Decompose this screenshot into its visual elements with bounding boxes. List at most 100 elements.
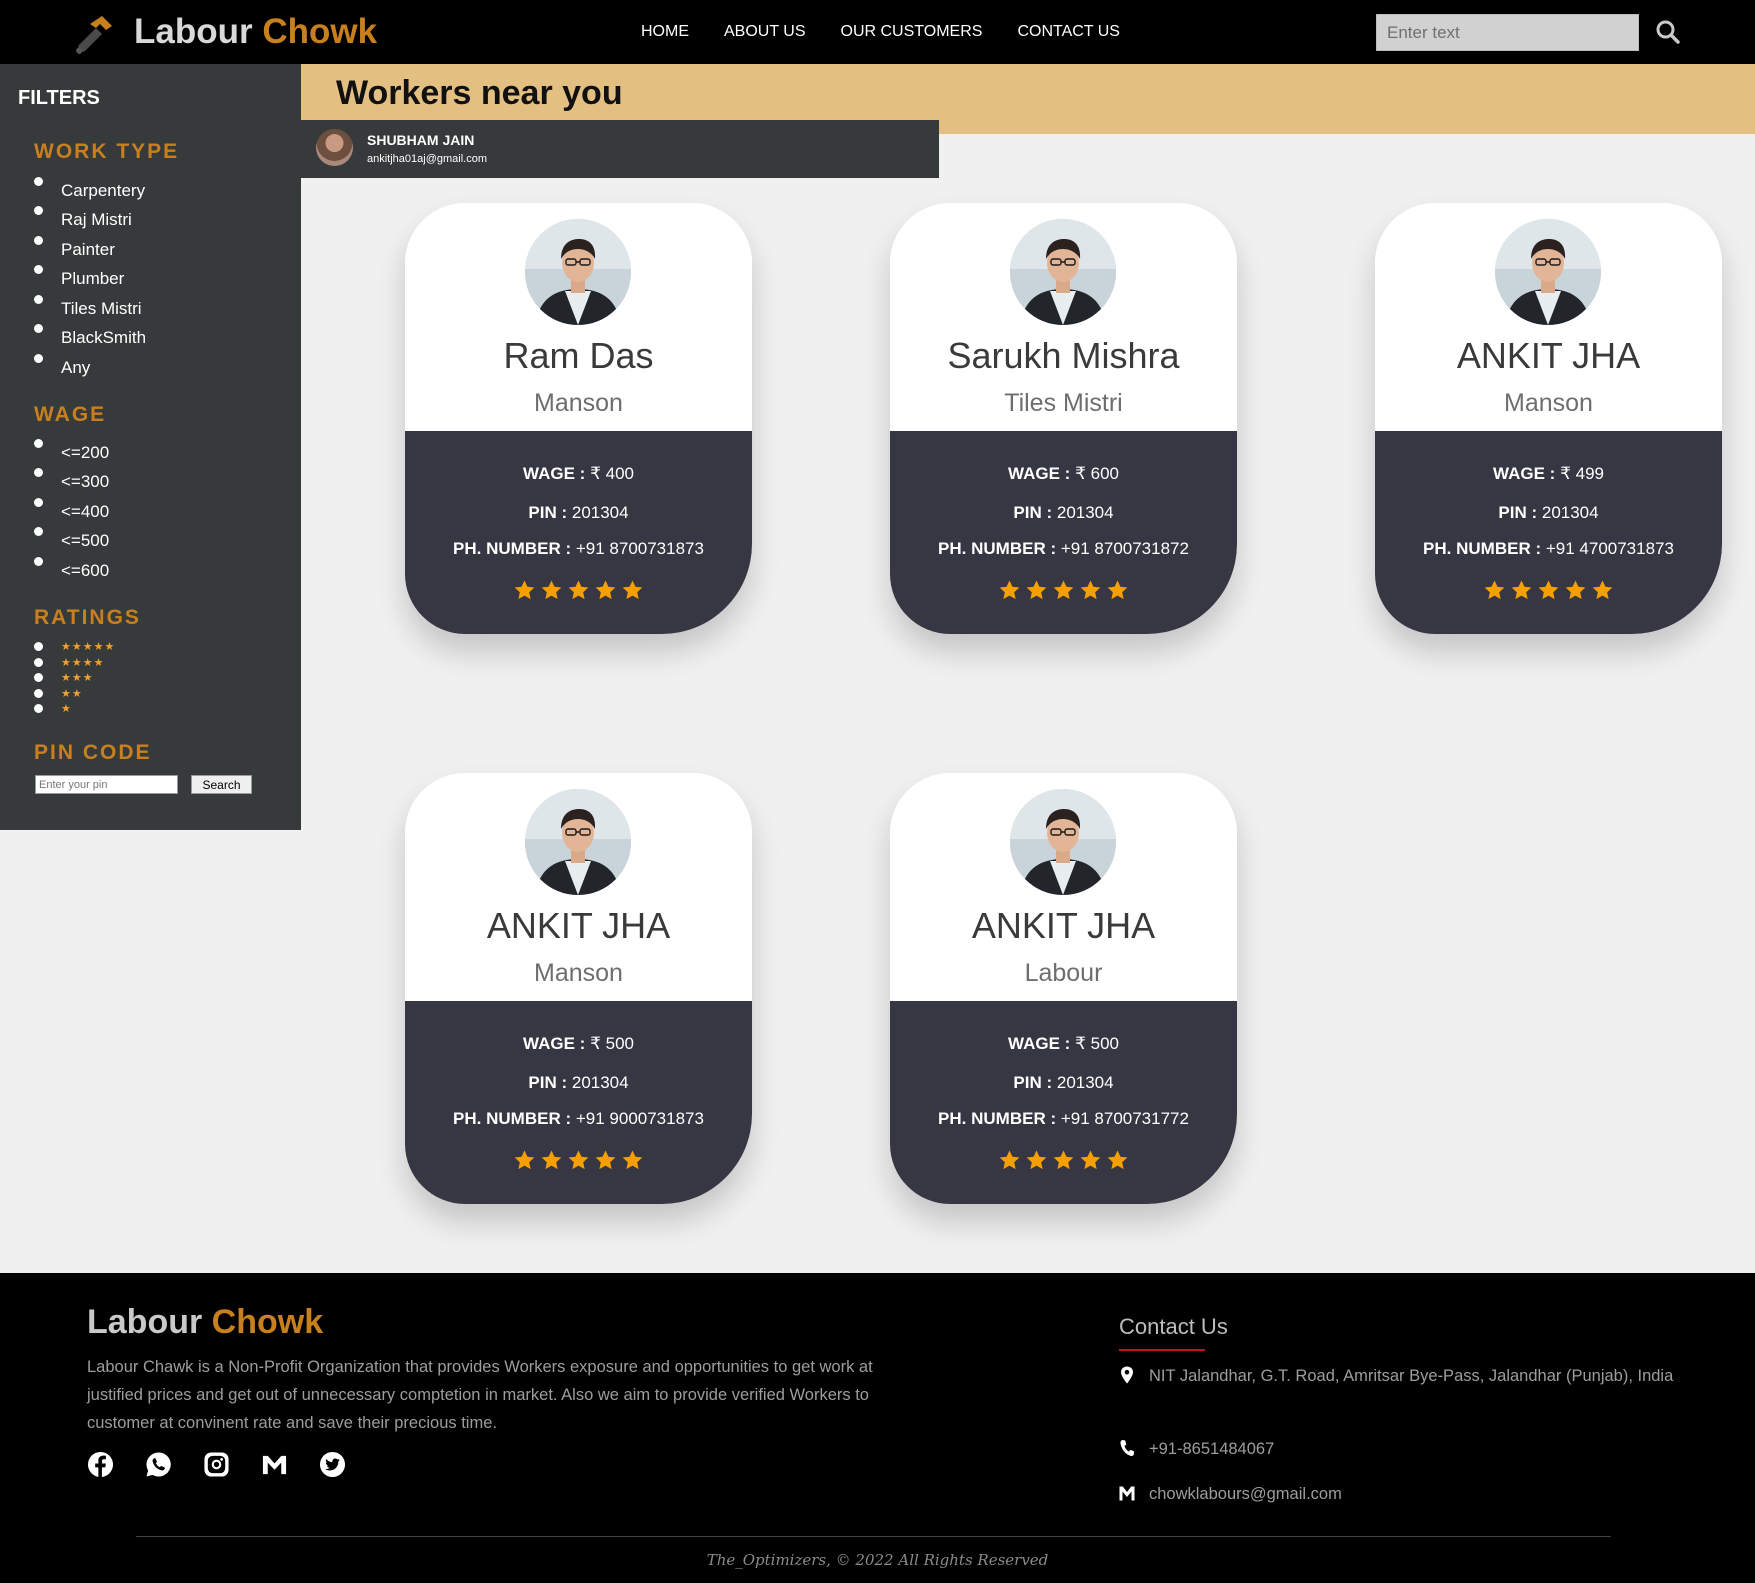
wage-line: WAGE : ₹ 400 xyxy=(405,464,752,484)
work-type-option[interactable]: Tiles Mistri xyxy=(34,295,142,318)
phone-value[interactable]: +91 4700731873 xyxy=(1546,539,1674,558)
radio-dot[interactable] xyxy=(34,673,43,682)
wage-option[interactable]: <=600 xyxy=(34,557,109,580)
pin-line: PIN : 201304 xyxy=(890,1073,1237,1093)
wage-option[interactable]: <=400 xyxy=(34,498,109,521)
star-icon xyxy=(1510,579,1533,602)
copyright: The_Optimizers, © 2022 All Rights Reserv… xyxy=(706,1551,1049,1569)
phone-value[interactable]: +91 8700731873 xyxy=(576,539,704,558)
work-type-option[interactable]: Carpentery xyxy=(34,177,145,200)
pin-search-button[interactable]: Search xyxy=(191,775,252,794)
card-header: Ram Das Manson xyxy=(405,203,752,431)
worker-card[interactable]: ANKIT JHA Manson WAGE : ₹ 499 PIN : 201304 P… xyxy=(1375,203,1722,634)
radio-dot[interactable] xyxy=(34,704,43,713)
email-text[interactable]: chowklabours@gmail.com xyxy=(1119,1481,1679,1508)
work-type-option[interactable]: Painter xyxy=(34,236,115,259)
worker-card[interactable]: Ram Das Manson WAGE : ₹ 400 PIN : 201304 PH.… xyxy=(405,203,752,634)
whatsapp-icon[interactable] xyxy=(145,1451,172,1478)
pin-label: PIN : xyxy=(1013,503,1053,522)
radio-dot[interactable] xyxy=(34,557,43,566)
wage-value: ₹ 400 xyxy=(590,464,634,483)
star-icon xyxy=(567,1149,590,1172)
wage-value: ₹ 500 xyxy=(1075,1034,1119,1053)
pin-line: PIN : 201304 xyxy=(405,1073,752,1093)
radio-dot[interactable] xyxy=(34,527,43,536)
phone-label: PH. NUMBER : xyxy=(938,539,1057,558)
radio-dot[interactable] xyxy=(34,206,43,215)
pin-value: 201304 xyxy=(1056,503,1114,522)
wage-label: WAGE : xyxy=(523,1034,586,1053)
radio-dot[interactable] xyxy=(34,265,43,274)
phone-icon xyxy=(1120,1440,1134,1457)
star-icon xyxy=(513,1149,536,1172)
work-type-option[interactable]: Any xyxy=(34,354,90,377)
work-type-option[interactable]: Plumber xyxy=(34,265,124,288)
star-icon xyxy=(1106,1149,1129,1172)
phone-value[interactable]: +91 9000731873 xyxy=(576,1109,704,1128)
card-details xyxy=(1375,431,1722,634)
worker-card[interactable]: Sarukh Mishra Tiles Mistri WAGE : ₹ 600 PIN… xyxy=(890,203,1237,634)
phone-line: PH. NUMBER : +91 8700731873 xyxy=(405,539,752,559)
footer-brand-accent: Chowk xyxy=(211,1303,324,1341)
option-label: <=500 xyxy=(61,531,110,550)
radio-dot[interactable] xyxy=(34,689,43,698)
option-label: Carpentery xyxy=(61,181,146,200)
instagram-icon[interactable] xyxy=(203,1451,230,1478)
pin-code-input[interactable] xyxy=(35,775,178,794)
search-icon[interactable] xyxy=(1655,19,1681,45)
phone-text[interactable]: +91-8651484067 xyxy=(1119,1436,1679,1463)
worker-name: ANKIT JHA xyxy=(486,905,671,946)
wage-option[interactable]: <=200 xyxy=(34,439,109,462)
work-type-option[interactable]: Raj Mistri xyxy=(34,206,132,229)
nav-our-customers[interactable]: OUR CUSTOMERS xyxy=(841,23,983,41)
radio-dot[interactable] xyxy=(34,642,43,651)
nav-about-us[interactable]: ABOUT US xyxy=(724,23,806,41)
wage-option[interactable]: <=300 xyxy=(34,468,109,491)
radio-dot[interactable] xyxy=(34,236,43,245)
worker-trade: Manson xyxy=(534,959,623,987)
radio-dot[interactable] xyxy=(34,658,43,667)
footer-brand-main: Labour xyxy=(87,1303,203,1341)
radio-dot[interactable] xyxy=(34,439,43,448)
radio-dot[interactable] xyxy=(34,468,43,477)
rating-stars-label: ★★★★★ xyxy=(61,641,116,653)
option-label: BlackSmith xyxy=(61,328,147,347)
radio-dot[interactable] xyxy=(34,354,43,363)
nav-contact-us[interactable]: CONTACT US xyxy=(1017,23,1120,41)
radio-dot[interactable] xyxy=(34,324,43,333)
radio-dot[interactable] xyxy=(34,177,43,186)
worker-card[interactable]: ANKIT JHA Manson WAGE : ₹ 500 PIN : 201304 P… xyxy=(405,773,752,1204)
worker-avatar xyxy=(525,789,631,895)
star-icon xyxy=(594,1149,617,1172)
brand-logo[interactable]: Labour Chowk xyxy=(134,12,377,52)
pin-label: PIN : xyxy=(528,503,568,522)
worker-name: Sarukh Mishra xyxy=(947,335,1180,376)
work-type-option[interactable]: BlackSmith xyxy=(34,324,146,347)
phone-line: PH. NUMBER : +91 9000731873 xyxy=(405,1109,752,1129)
rating-option[interactable]: ★ xyxy=(34,703,71,726)
worker-avatar xyxy=(1010,219,1116,325)
radio-dot[interactable] xyxy=(34,498,43,507)
twitter-icon[interactable] xyxy=(319,1451,346,1478)
user-avatar[interactable] xyxy=(316,129,353,166)
phone-value[interactable]: +91 8700731872 xyxy=(1061,539,1189,558)
wage-option[interactable]: <=500 xyxy=(34,527,109,550)
pin-value: 201304 xyxy=(1056,1073,1114,1092)
worker-card[interactable]: ANKIT JHA Labour WAGE : ₹ 500 PIN : 201304 P… xyxy=(890,773,1237,1204)
worker-trade: Manson xyxy=(534,389,623,417)
contact-phone[interactable]: +91-8651484067 xyxy=(1119,1436,1679,1463)
star-icon xyxy=(621,1149,644,1172)
phone-value[interactable]: +91 8700731772 xyxy=(1061,1109,1189,1128)
card-header: ANKIT JHA Labour xyxy=(890,773,1237,1001)
user-profile-bar[interactable]: SHUBHAM JAIN ankitjha01aj@gmail.com xyxy=(301,120,939,178)
nav-home[interactable]: HOME xyxy=(641,23,689,41)
contact-email[interactable]: chowklabours@gmail.com xyxy=(1119,1481,1679,1508)
gmail-icon[interactable] xyxy=(261,1451,288,1478)
option-label: Any xyxy=(61,358,91,377)
pin-label: PIN : xyxy=(1498,503,1538,522)
worker-avatar xyxy=(1010,789,1116,895)
radio-dot[interactable] xyxy=(34,295,43,304)
wage-label: WAGE : xyxy=(523,464,586,483)
facebook-icon[interactable] xyxy=(87,1451,114,1478)
search-input[interactable] xyxy=(1376,14,1639,51)
